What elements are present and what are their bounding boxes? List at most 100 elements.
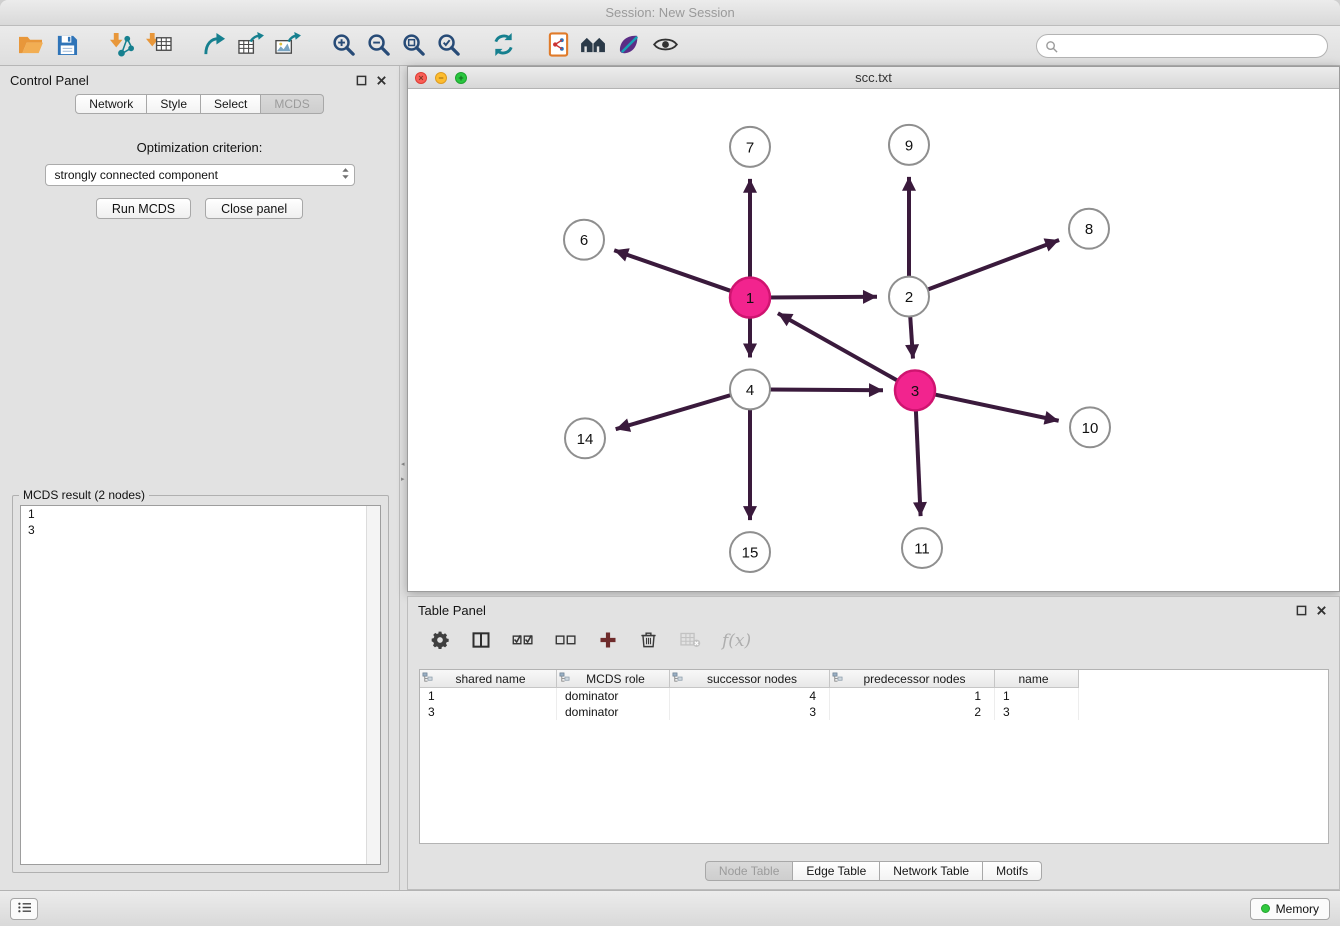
delete-column-button[interactable]	[637, 627, 660, 655]
graph-edge-3-10[interactable]	[933, 394, 1059, 421]
zoom-selected-button[interactable]	[431, 29, 466, 63]
graph-node-7[interactable]: 7	[730, 127, 770, 167]
graph-node-8[interactable]: 8	[1069, 209, 1109, 249]
zoom-out-button[interactable]	[361, 29, 396, 63]
cell-name[interactable]: 1	[995, 688, 1079, 704]
tab-node-table[interactable]: Node Table	[705, 861, 794, 881]
badge-button[interactable]	[612, 29, 647, 63]
export-image-button[interactable]	[269, 29, 306, 63]
tab-mcds[interactable]: MCDS	[261, 94, 323, 114]
graph-node-2[interactable]: 2	[889, 277, 929, 317]
tab-style[interactable]: Style	[147, 94, 201, 114]
zoom-in-button[interactable]	[326, 29, 361, 63]
save-session-button[interactable]	[49, 29, 83, 63]
import-network-button[interactable]	[103, 29, 140, 63]
network-canvas[interactable]: 7 9 6 8 1 2 4 3 14 10 15 11	[408, 89, 1339, 591]
export-table-icon	[237, 32, 264, 60]
run-mcds-button[interactable]: Run MCDS	[96, 198, 191, 219]
export-network-button[interactable]	[197, 29, 232, 63]
cell-shared-name[interactable]: 3	[420, 704, 557, 720]
close-panel-icon-button[interactable]	[373, 72, 389, 88]
graph-node-3[interactable]: 3	[895, 370, 935, 410]
cell-shared-name[interactable]: 1	[420, 688, 557, 704]
open-session-button[interactable]	[12, 29, 49, 63]
zoom-selected-icon	[436, 32, 461, 60]
function-builder-button[interactable]: f(x)	[720, 627, 753, 655]
splitter-grip-icon[interactable]: ◂	[401, 461, 406, 468]
graph-edge-3-11[interactable]	[916, 408, 921, 516]
table-settings-button[interactable]	[428, 627, 452, 655]
node-table[interactable]: shared name MCDS role successor nodes pr…	[419, 669, 1329, 844]
refresh-icon	[491, 32, 516, 60]
result-scrollbar[interactable]	[366, 506, 380, 864]
graph-edge-4-14[interactable]	[616, 394, 733, 429]
network-graph[interactable]: 7 9 6 8 1 2 4 3 14 10 15 11	[408, 89, 1339, 591]
graph-node-14[interactable]: 14	[565, 418, 605, 458]
tab-network-table[interactable]: Network Table	[880, 861, 983, 881]
houses-button[interactable]	[575, 29, 612, 63]
graph-edge-2-3[interactable]	[910, 315, 913, 359]
column-header-successor-nodes[interactable]: successor nodes	[670, 670, 830, 688]
criterion-value: strongly connected component	[55, 168, 341, 182]
column-header-name[interactable]: name	[995, 670, 1079, 688]
search-input[interactable]	[1036, 34, 1328, 58]
column-header-shared-name[interactable]: shared name	[420, 670, 557, 688]
show-column-button[interactable]	[469, 627, 493, 655]
select-all-columns-button[interactable]	[510, 627, 536, 655]
close-panel-button[interactable]: Close panel	[205, 198, 303, 219]
table-panel-header: Table Panel	[408, 597, 1339, 623]
panel-splitter[interactable]: ◂ ▸	[400, 66, 407, 890]
cell-mcds-role[interactable]: dominator	[557, 688, 670, 704]
graph-node-1[interactable]: 1	[730, 278, 770, 318]
delete-table-button[interactable]	[677, 627, 703, 655]
graph-node-6[interactable]: 6	[564, 220, 604, 260]
graph-edge-1-6[interactable]	[614, 250, 733, 291]
graph-node-4[interactable]: 4	[730, 369, 770, 409]
unselect-all-columns-button[interactable]	[553, 627, 579, 655]
column-header-predecessor-nodes[interactable]: predecessor nodes	[830, 670, 995, 688]
cell-successor-nodes[interactable]: 3	[670, 704, 830, 720]
graph-edge-1-2[interactable]	[768, 297, 877, 298]
float-table-panel-button[interactable]	[1293, 602, 1309, 618]
tab-network[interactable]: Network	[75, 94, 147, 114]
close-table-panel-button[interactable]	[1313, 602, 1329, 618]
table-row[interactable]: 1 dominator 4 1 1	[420, 688, 1328, 704]
refresh-view-button[interactable]	[486, 29, 521, 63]
graph-edge-4-3[interactable]	[768, 390, 883, 391]
criterion-dropdown[interactable]: strongly connected component	[45, 164, 355, 186]
graph-node-15[interactable]: 15	[730, 532, 770, 572]
splitter-grip-icon[interactable]: ▸	[401, 476, 406, 483]
task-history-button[interactable]	[10, 898, 38, 920]
svg-text:10: 10	[1082, 420, 1099, 437]
create-column-button[interactable]	[596, 627, 620, 655]
svg-text:14: 14	[577, 431, 594, 448]
graph-edge-3-1[interactable]	[778, 313, 899, 381]
zoom-window-button[interactable]: +	[455, 72, 467, 84]
tab-select[interactable]: Select	[201, 94, 261, 114]
graph-node-9[interactable]: 9	[889, 125, 929, 165]
graph-node-10[interactable]: 10	[1070, 407, 1110, 447]
close-window-button[interactable]: ×	[415, 72, 427, 84]
tab-motifs[interactable]: Motifs	[983, 861, 1042, 881]
doc-network-icon	[547, 32, 570, 60]
cell-mcds-role[interactable]: dominator	[557, 704, 670, 720]
table-row[interactable]: 3 dominator 3 2 3	[420, 704, 1328, 720]
export-table-button[interactable]	[232, 29, 269, 63]
zoom-fit-button[interactable]	[396, 29, 431, 63]
minimize-window-button[interactable]: −	[435, 72, 447, 84]
tab-edge-table[interactable]: Edge Table	[793, 861, 880, 881]
cell-predecessor-nodes[interactable]: 1	[830, 688, 995, 704]
table-panel-tabbar: Node Table Edge Table Network Table Moti…	[408, 861, 1339, 881]
import-table-button[interactable]	[140, 29, 177, 63]
mcds-result-list[interactable]: 1 3	[20, 505, 381, 865]
column-header-mcds-role[interactable]: MCDS role	[557, 670, 670, 688]
float-panel-button[interactable]	[353, 72, 369, 88]
doc-network-button[interactable]	[541, 29, 575, 63]
show-details-button[interactable]	[647, 29, 684, 63]
graph-node-11[interactable]: 11	[902, 528, 942, 568]
cell-predecessor-nodes[interactable]: 2	[830, 704, 995, 720]
cell-name[interactable]: 3	[995, 704, 1079, 720]
memory-button[interactable]: Memory	[1250, 898, 1330, 920]
graph-edge-2-8[interactable]	[926, 240, 1059, 290]
cell-successor-nodes[interactable]: 4	[670, 688, 830, 704]
